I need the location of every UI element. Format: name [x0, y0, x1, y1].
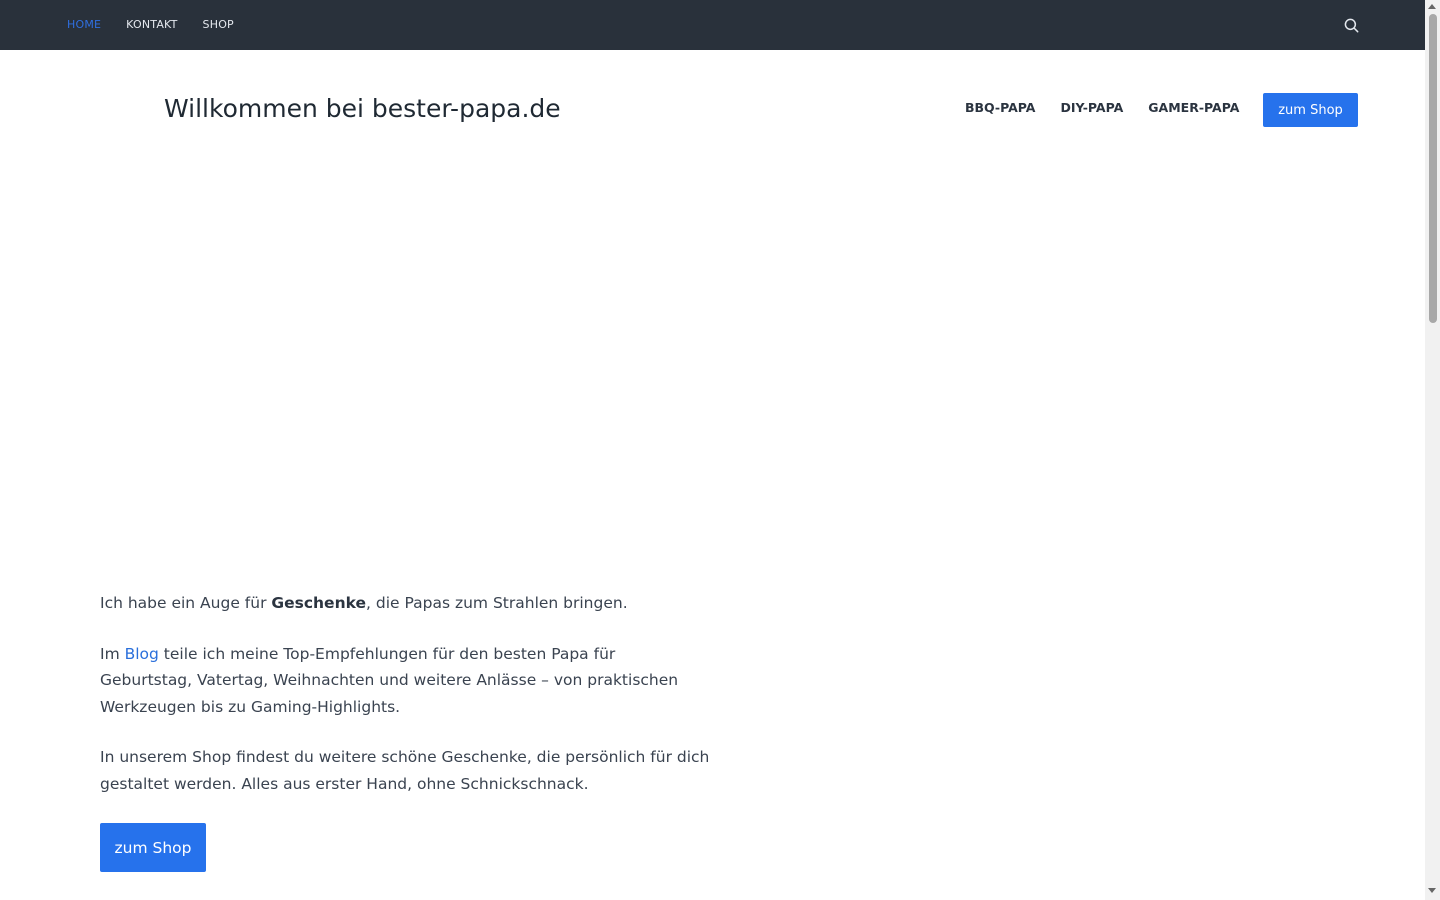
intro-text: , die Papas zum Strahlen bringen. — [366, 594, 628, 612]
search-icon — [1344, 18, 1358, 32]
intro-paragraph-3: In unserem Shop findest du weitere schön… — [100, 748, 710, 793]
top-navigation: HOME KONTAKT SHOP — [67, 0, 259, 50]
header-shop-button[interactable]: zum Shop — [1263, 93, 1358, 127]
top-nav-kontakt[interactable]: KONTAKT — [126, 0, 177, 50]
intro-content: Ich habe ein Auge für Geschenke, die Pap… — [100, 590, 710, 872]
top-bar: HOME KONTAKT SHOP — [0, 0, 1425, 50]
gifts-emphasis: Geschenke — [271, 594, 367, 612]
intro-text: teile ich meine Top-Empfehlungen für den… — [100, 644, 679, 716]
site-header: Willkommen bei bester-papa.de BBQ-PAPA D… — [0, 50, 1425, 170]
intro-paragraph-2: Im Blog teile ich meine Top-Empfehlungen… — [100, 641, 710, 721]
intro-text: Ich habe ein Auge für — [100, 594, 272, 612]
blog-link[interactable]: Blog — [125, 645, 159, 663]
scroll-up-arrow-icon[interactable] — [1428, 4, 1436, 9]
scroll-down-arrow-icon[interactable] — [1428, 888, 1436, 893]
content-shop-button[interactable]: zum Shop — [100, 823, 206, 872]
intro-paragraph-1: Ich habe ein Auge für Geschenke, die Pap… — [100, 590, 710, 617]
main-nav-gamer-papa[interactable]: GAMER-PAPA — [1148, 100, 1239, 115]
main-nav-diy-papa[interactable]: DIY-PAPA — [1060, 100, 1123, 115]
scrollbar-thumb[interactable] — [1429, 14, 1437, 323]
top-nav-home[interactable]: HOME — [67, 0, 101, 50]
main-navigation: BBQ-PAPA DIY-PAPA GAMER-PAPA — [965, 100, 1264, 115]
intro-text: Im — [100, 644, 125, 663]
site-title[interactable]: Willkommen bei bester-papa.de — [164, 94, 561, 123]
main-nav-bbq-papa[interactable]: BBQ-PAPA — [965, 100, 1035, 115]
top-nav-shop[interactable]: SHOP — [203, 0, 234, 50]
vertical-scrollbar[interactable] — [1425, 0, 1440, 900]
search-button[interactable] — [1341, 15, 1361, 35]
